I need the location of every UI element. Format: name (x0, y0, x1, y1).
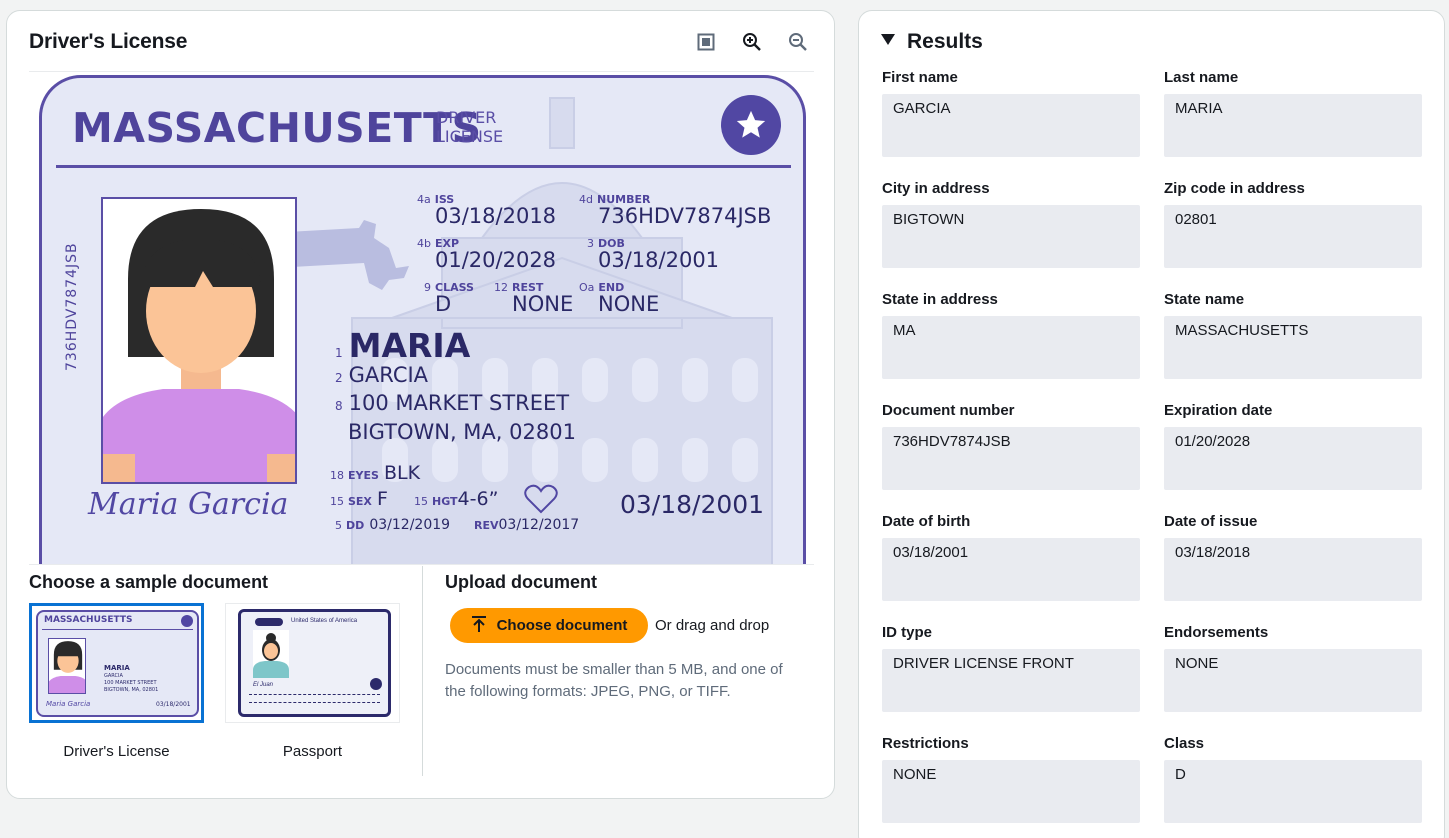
field-restrictions: Restrictions NONE (882, 735, 1140, 823)
value-restrictions[interactable]: NONE (882, 760, 1140, 823)
field-class: Class D (1164, 735, 1422, 823)
hgt-line: 15 HGT4-6” (414, 488, 499, 510)
license-card: MASSACHUSETTS DRIVER LICENSE 736HDV7874JS… (39, 75, 806, 564)
field-first-name: First name GARCIA (882, 69, 1140, 157)
sample-drivers-license[interactable]: MASSACHUSETTS MARIA GARCIA 100 MARKET ST… (29, 603, 204, 723)
field-state-address: State in address MA (882, 291, 1140, 379)
value-state-address[interactable]: MA (882, 316, 1140, 379)
sample-label-drivers-license: Driver's License (63, 743, 170, 760)
dob-value: 03/18/2001 (598, 248, 720, 272)
license-type: DRIVER LICENSE (436, 108, 504, 146)
upload-icon (471, 615, 487, 637)
vertical-divider (422, 566, 423, 776)
exp-value: 01/20/2028 (435, 248, 557, 272)
caret-down-icon (881, 33, 895, 51)
heart-icon (524, 484, 558, 518)
value-expiration-date[interactable]: 01/20/2028 (1164, 427, 1422, 490)
number-value: 736HDV7874JSB (598, 204, 772, 228)
iss-value: 03/18/2018 (435, 204, 557, 228)
value-date-of-birth[interactable]: 03/18/2001 (882, 538, 1140, 601)
card-divider (56, 165, 791, 168)
sample-passport[interactable]: United States of America El Juan (225, 603, 400, 723)
sex-line: 15 SEX F (330, 488, 388, 510)
star-icon (721, 95, 781, 155)
vertical-id-number: 736HDV7874JSB (64, 242, 80, 371)
value-state-name[interactable]: MASSACHUSETTS (1164, 316, 1422, 379)
field-city: City in address BIGTOWN (882, 180, 1140, 268)
header-divider (29, 71, 814, 72)
license-photo (101, 197, 297, 484)
field-endorsements: Endorsements NONE (1164, 624, 1422, 712)
field-date-of-birth: Date of birth 03/18/2001 (882, 513, 1140, 601)
field-last-name: Last name MARIA (1164, 69, 1422, 157)
eyes-line: 18 EYES BLK (330, 462, 421, 484)
sample-label-passport: Passport (282, 743, 343, 760)
document-preview: MASSACHUSETTS DRIVER LICENSE 736HDV7874JS… (29, 73, 817, 564)
zoom-in-icon[interactable] (740, 30, 764, 54)
fit-icon[interactable] (694, 30, 718, 54)
rev-line: REV03/12/2017 (474, 517, 580, 533)
value-city[interactable]: BIGTOWN (882, 205, 1140, 268)
document-panel: Driver's License MASSACHUSETTS DRIVER LI… (6, 10, 835, 799)
image-toolbar (694, 30, 810, 54)
value-date-of-issue[interactable]: 03/18/2018 (1164, 538, 1422, 601)
value-document-number[interactable]: 736HDV7874JSB (882, 427, 1140, 490)
value-class[interactable]: D (1164, 760, 1422, 823)
zoom-out-icon[interactable] (786, 30, 810, 54)
first-name-line: 1 MARIA (335, 326, 471, 365)
dob-large: 03/18/2001 (620, 490, 765, 519)
rest-value: NONE (512, 292, 574, 316)
dd-line: 5 DD 03/12/2019 (335, 517, 451, 533)
results-panel: Results First name GARCIA Last name MARIA … (858, 10, 1445, 838)
street-line: 8 100 MARKET STREET (335, 391, 570, 415)
value-first-name[interactable]: GARCIA (882, 94, 1140, 157)
field-zip: Zip code in address 02801 (1164, 180, 1422, 268)
value-id-type[interactable]: DRIVER LICENSE FRONT (882, 649, 1140, 712)
field-state-name: State name MASSACHUSETTS (1164, 291, 1422, 379)
field-expiration-date: Expiration date 01/20/2028 (1164, 402, 1422, 490)
field-date-of-issue: Date of issue 03/18/2018 (1164, 513, 1422, 601)
upload-title: Upload document (445, 572, 597, 592)
value-zip[interactable]: 02801 (1164, 205, 1422, 268)
choose-document-button[interactable]: Choose document (450, 608, 648, 643)
last-name-line: 2 GARCIA (335, 363, 429, 387)
signature: Maria Garcia (88, 487, 289, 522)
results-header[interactable]: Results (881, 30, 983, 54)
upload-help-text: Documents must be smaller than 5 MB, and… (445, 661, 783, 700)
license-state: MASSACHUSETTS (72, 104, 482, 152)
value-last-name[interactable]: MARIA (1164, 94, 1422, 157)
panel-title: Driver's License (29, 30, 188, 53)
drag-drop-text: Or drag and drop (655, 617, 770, 634)
city-line: BIGTOWN, MA, 02801 (348, 420, 576, 444)
field-id-type: ID type DRIVER LICENSE FRONT (882, 624, 1140, 712)
choose-sample-title: Choose a sample document (29, 572, 269, 592)
end-value: NONE (598, 292, 660, 316)
field-document-number: Document number 736HDV7874JSB (882, 402, 1140, 490)
value-endorsements[interactable]: NONE (1164, 649, 1422, 712)
class-value: D (435, 292, 452, 316)
section-divider (29, 564, 814, 565)
